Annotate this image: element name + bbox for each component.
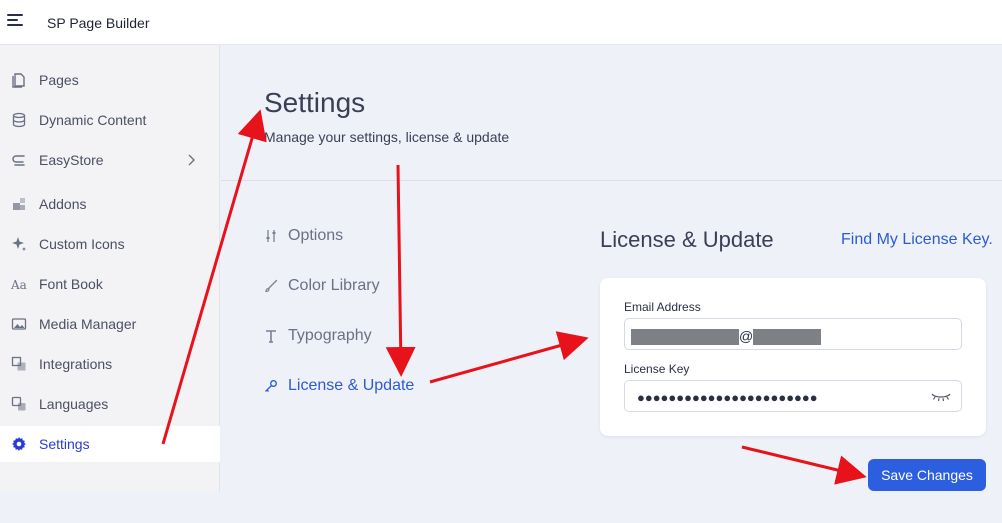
email-label: Email Address: [624, 300, 701, 314]
sidebar-item-label: Languages: [39, 396, 109, 412]
license-key-masked: ●●●●●●●●●●●●●●●●●●●●●●●: [637, 390, 818, 405]
sidebar-item-label: Integrations: [39, 356, 113, 372]
license-section-title: License & Update: [600, 227, 774, 252]
sidebar-item-languages[interactable]: Languages: [0, 386, 220, 422]
sidebar-item-label: Addons: [39, 196, 87, 212]
sidebar-item-pages[interactable]: Pages: [0, 62, 220, 98]
pages-icon: [12, 73, 25, 88]
redacted-block: [631, 329, 739, 345]
sidebar-item-label: EasyStore: [39, 152, 104, 168]
settings-nav-license-update[interactable]: License & Update: [264, 374, 414, 398]
find-license-key-link[interactable]: Find My License Key.: [841, 231, 993, 249]
app-title: SP Page Builder: [47, 15, 150, 31]
sidebar-item-media-manager[interactable]: Media Manager: [0, 306, 220, 342]
translate-icon: [11, 396, 26, 411]
redacted-block: [753, 329, 821, 345]
sliders-icon: [266, 230, 276, 242]
sidebar-item-label: Dynamic Content: [39, 112, 147, 128]
settings-nav-label: Color Library: [288, 277, 380, 294]
save-changes-button[interactable]: Save Changes: [868, 459, 986, 491]
license-key-field[interactable]: ●●●●●●●●●●●●●●●●●●●●●●●: [624, 380, 962, 412]
sidebar: Pages Dynamic Content EasyStore Addons C…: [0, 45, 220, 492]
sidebar-item-dynamic-content[interactable]: Dynamic Content: [0, 102, 220, 138]
image-icon: [11, 318, 27, 330]
font-icon: Aa: [11, 278, 27, 292]
svg-text:Aa: Aa: [11, 278, 27, 292]
key-icon: [265, 380, 277, 392]
addons-icon: [13, 198, 25, 210]
sparkle-icon: [12, 237, 26, 251]
page-title: Settings: [264, 87, 366, 118]
sidebar-item-custom-icons[interactable]: Custom Icons: [0, 226, 220, 262]
license-key-label: License Key: [624, 362, 690, 376]
chevron-right-icon[interactable]: [186, 154, 196, 166]
settings-nav-options[interactable]: Options: [264, 224, 343, 248]
page-subtitle: Manage your settings, license & update: [264, 129, 510, 145]
settings-nav-label: Options: [288, 227, 344, 244]
gear-icon: [12, 437, 26, 451]
sidebar-item-font-book[interactable]: Aa Font Book: [0, 266, 220, 302]
brush-icon: [265, 279, 278, 293]
top-bar: SP Page Builder: [0, 0, 1002, 45]
sidebar-item-label: Settings: [39, 436, 90, 452]
sidebar-item-label: Custom Icons: [39, 236, 125, 252]
settings-main: Settings Manage your settings, license &…: [221, 45, 1002, 492]
sidebar-item-label: Pages: [39, 72, 79, 88]
settings-nav-color-library[interactable]: Color Library: [264, 274, 380, 298]
settings-nav-label: License & Update: [288, 377, 415, 394]
hamburger-menu-icon[interactable]: [7, 14, 23, 27]
divider: [221, 180, 1002, 181]
sidebar-item-addons[interactable]: Addons: [0, 186, 220, 222]
integrations-icon: [11, 356, 26, 371]
license-card: Email Address @ License Key ●●●●●●●●●●●●…: [600, 278, 986, 436]
settings-nav-label: Typography: [288, 327, 372, 344]
database-icon: [12, 112, 26, 128]
sidebar-item-integrations[interactable]: Integrations: [0, 346, 220, 382]
sidebar-item-label: Media Manager: [39, 316, 137, 332]
sidebar-item-label: Font Book: [39, 276, 103, 292]
settings-nav-typography[interactable]: Typography: [264, 324, 372, 348]
email-at: @: [739, 328, 754, 344]
eye-closed-icon[interactable]: [931, 391, 951, 403]
typography-icon: [266, 330, 276, 343]
sidebar-item-easystore[interactable]: EasyStore: [0, 142, 220, 178]
sidebar-item-settings[interactable]: Settings: [0, 426, 220, 462]
store-icon: [12, 155, 25, 166]
email-field[interactable]: @: [624, 318, 962, 350]
